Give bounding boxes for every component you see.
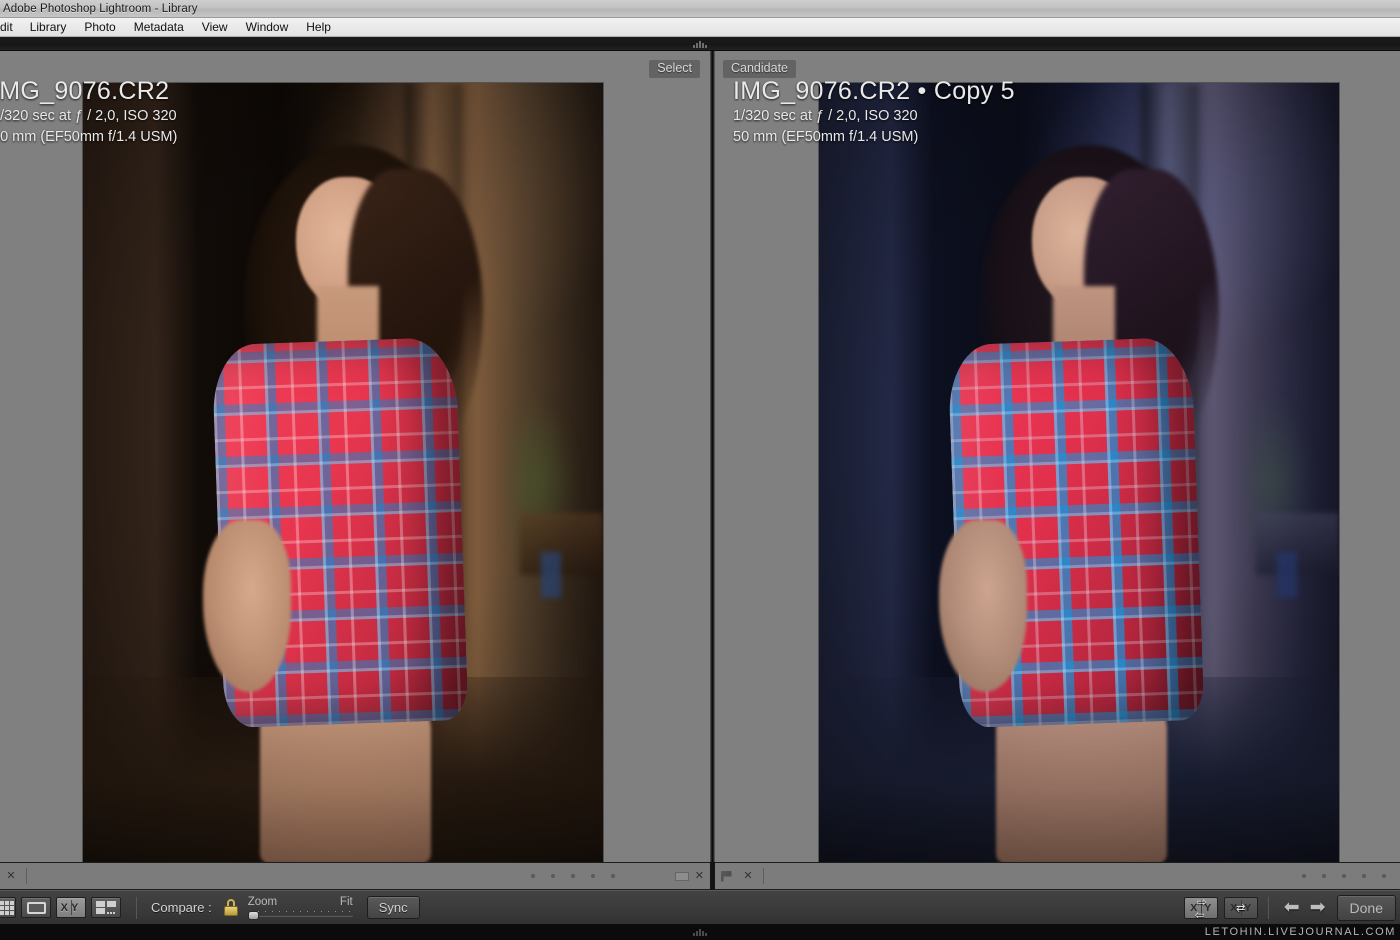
- select-photo[interactable]: [83, 83, 603, 864]
- star-3[interactable]: [1342, 874, 1346, 878]
- window-title: Adobe Photoshop Lightroom - Library: [0, 3, 198, 15]
- next-photo-button[interactable]: ➡: [1310, 898, 1326, 917]
- done-button[interactable]: Done: [1337, 895, 1396, 921]
- bottom-panel-collapse-handle[interactable]: [687, 927, 713, 936]
- compare-view-button[interactable]: XY: [56, 897, 86, 918]
- select-reject-icon[interactable]: ✕: [695, 871, 704, 882]
- arrow-up-right-icon: ⇨: [1197, 896, 1207, 908]
- rating-bars: ✕ ✕ ✕: [0, 862, 1400, 890]
- candidate-pane[interactable]: IMG_9076.CR2 • Copy 5 1/320 sec at ƒ / 2…: [715, 51, 1400, 862]
- zoom-slider-knob[interactable]: [248, 911, 259, 920]
- menu-item-photo[interactable]: Photo: [75, 18, 124, 37]
- menu-item-help[interactable]: Help: [297, 18, 340, 37]
- title-bar: Adobe Photoshop Lightroom - Library: [0, 0, 1400, 18]
- candidate-rating-bar: ✕: [715, 862, 1400, 890]
- menu-item-library[interactable]: Library: [21, 18, 76, 37]
- star-4[interactable]: [1362, 874, 1366, 878]
- menu-item-view[interactable]: View: [193, 18, 237, 37]
- compare-label: Compare :: [151, 900, 212, 915]
- select-pane[interactable]: IMG_9076.CR2 1/320 sec at ƒ / 2,0, ISO 3…: [0, 51, 710, 862]
- zoom-label: Zoom: [248, 896, 277, 908]
- star-2[interactable]: [551, 874, 555, 878]
- make-select-button[interactable]: XY ⇄: [1224, 897, 1258, 919]
- top-panel-collapse-handle[interactable]: [687, 39, 713, 48]
- loupe-view-button[interactable]: [21, 897, 51, 918]
- candidate-star-rating[interactable]: [1302, 874, 1386, 878]
- loupe-icon: [27, 902, 46, 914]
- star-2[interactable]: [1322, 874, 1326, 878]
- arrow-right-swap-icon: ⇄: [1236, 901, 1245, 914]
- sync-button[interactable]: Sync: [367, 896, 420, 919]
- candidate-reject-icon[interactable]: ✕: [737, 862, 759, 890]
- star-4[interactable]: [591, 874, 595, 878]
- candidate-photo[interactable]: [819, 83, 1339, 864]
- swap-select-candidate-button[interactable]: XY ⇨ ⇦: [1184, 897, 1218, 919]
- arrow-down-left-icon: ⇦: [1195, 909, 1205, 921]
- select-badge: Select: [649, 60, 700, 78]
- star-3[interactable]: [571, 874, 575, 878]
- candidate-flag-icon[interactable]: [715, 862, 737, 890]
- grid-view-button[interactable]: [0, 897, 16, 918]
- star-5[interactable]: [1382, 874, 1386, 878]
- survey-icon: [96, 901, 116, 915]
- select-bar-x-icon[interactable]: ✕: [0, 862, 22, 890]
- watermark-text: LETOHIN.LIVEJOURNAL.COM: [1205, 926, 1400, 938]
- lightroom-window: Adobe Photoshop Lightroom - Library dit …: [0, 0, 1400, 940]
- survey-view-button[interactable]: [91, 897, 121, 918]
- zoom-slider[interactable]: Zoom Fit: [248, 896, 353, 919]
- zoom-value: Fit: [340, 896, 353, 908]
- lock-closed-icon[interactable]: [224, 899, 238, 916]
- menu-item-window[interactable]: Window: [237, 18, 298, 37]
- footer-bar: LETOHIN.LIVEJOURNAL.COM: [0, 924, 1400, 940]
- candidate-badge: Candidate: [723, 60, 796, 78]
- star-1[interactable]: [531, 874, 535, 878]
- star-5[interactable]: [611, 874, 615, 878]
- compare-panes: IMG_9076.CR2 1/320 sec at ƒ / 2,0, ISO 3…: [0, 51, 1400, 862]
- menu-item-metadata[interactable]: Metadata: [125, 18, 193, 37]
- grid-icon: [0, 901, 14, 915]
- star-1[interactable]: [1302, 874, 1306, 878]
- select-star-rating[interactable]: [531, 874, 615, 878]
- select-color-label[interactable]: [675, 872, 689, 881]
- menu-bar: dit Library Photo Metadata View Window H…: [0, 18, 1400, 37]
- select-rating-bar: ✕ ✕: [0, 862, 710, 890]
- menu-item-edit[interactable]: dit: [0, 18, 21, 37]
- bottom-toolbar: XY Compare : Zoom Fit: [0, 890, 1400, 924]
- view-mode-group: XY: [4, 897, 126, 918]
- top-panel-strip: [0, 37, 1400, 51]
- previous-photo-button[interactable]: ⬅: [1284, 898, 1300, 917]
- compare-workspace: IMG_9076.CR2 1/320 sec at ƒ / 2,0, ISO 3…: [0, 37, 1400, 862]
